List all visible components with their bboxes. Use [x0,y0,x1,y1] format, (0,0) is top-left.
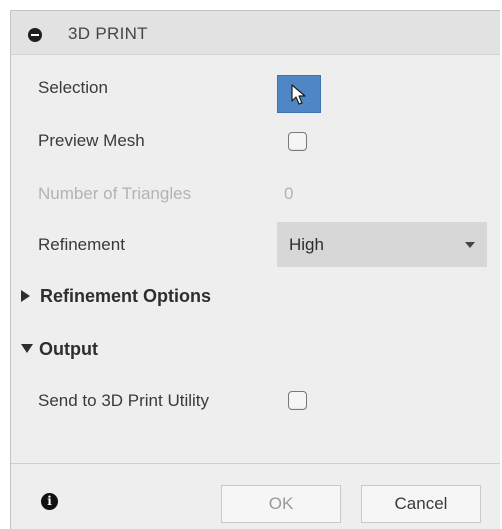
refinement-options-header[interactable]: Refinement Options [21,286,211,307]
refinement-label: Refinement [38,235,125,254]
dialog-title: 3D PRINT [68,24,148,43]
collapse-icon[interactable] [28,28,42,42]
selection-button[interactable] [277,75,321,113]
refinement-value: High [289,235,324,254]
chevron-down-icon [465,242,475,248]
preview-mesh-checkbox[interactable] [288,132,307,151]
preview-mesh-label: Preview Mesh [38,131,145,150]
expand-triangle-icon [21,289,30,302]
collapse-triangle-icon [21,344,33,354]
refinement-options-label: Refinement Options [40,286,212,306]
dialog-title-bar: 3D PRINT [11,11,500,55]
ok-button[interactable]: OK [221,485,341,523]
cursor-arrow-icon [291,84,306,105]
output-header[interactable]: Output [21,339,98,360]
info-icon[interactable]: i [41,493,58,510]
selection-label: Selection [38,78,108,97]
send-to-utility-checkbox[interactable] [288,391,307,410]
number-of-triangles-label: Number of Triangles [38,184,192,203]
cancel-button[interactable]: Cancel [361,485,481,523]
dialog-footer: i OK Cancel [11,463,500,529]
refinement-dropdown[interactable]: High [277,222,487,267]
send-to-utility-label: Send to 3D Print Utility [38,391,210,410]
output-label: Output [39,339,98,359]
3d-print-dialog: 3D PRINT Selection Preview Mesh Number o… [10,10,500,529]
number-of-triangles-value: 0 [284,184,294,203]
